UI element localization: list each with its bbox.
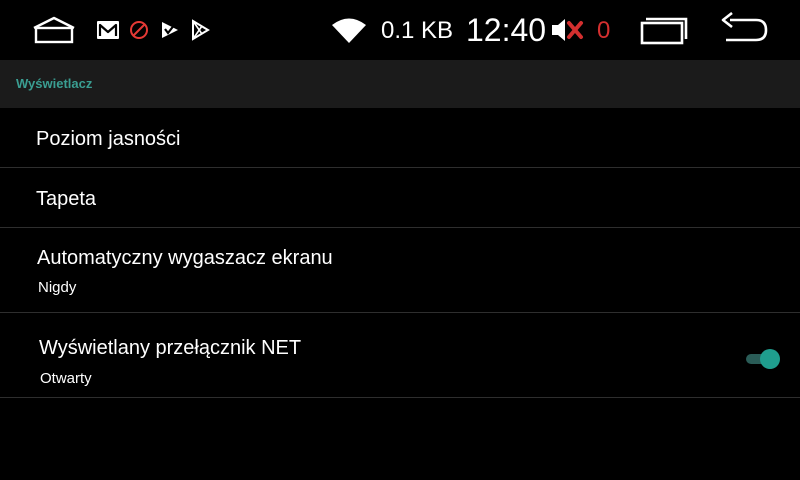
mute-count: 0 [597, 17, 611, 44]
settings-list: Poziom jasności Tapeta Automatyczny wyga… [0, 108, 800, 398]
setting-auto-screensaver[interactable]: Automatyczny wygaszacz ekranu Nigdy [0, 228, 800, 313]
back-icon[interactable] [716, 12, 772, 48]
checkmark-play-icon [158, 18, 182, 42]
setting-title: Wyświetlany przełącznik NET [39, 337, 302, 359]
setting-summary: Otwarty [40, 370, 92, 387]
gmail-icon [94, 18, 122, 42]
blocked-icon [126, 18, 152, 42]
setting-net-switch-display[interactable]: Wyświetlany przełącznik NET Otwarty [0, 313, 800, 398]
section-header: Wyświetlacz [0, 60, 800, 108]
net-switch-toggle[interactable] [744, 348, 782, 370]
play-store-icon [188, 18, 212, 42]
status-bar: 0.1 KB 12:40 0 [0, 0, 800, 60]
setting-wallpaper[interactable]: Tapeta [0, 168, 800, 228]
volume-muted-icon[interactable] [548, 14, 584, 46]
switch-thumb [760, 349, 780, 369]
clock: 12:40 [466, 12, 547, 48]
home-icon[interactable] [30, 14, 78, 46]
recent-apps-icon[interactable] [638, 14, 690, 46]
wifi-icon [330, 16, 368, 44]
network-speed: 0.1 KB [381, 17, 454, 44]
section-title: Wyświetlacz [16, 76, 93, 91]
setting-summary: Nigdy [38, 279, 77, 296]
setting-brightness-level[interactable]: Poziom jasności [0, 108, 800, 168]
setting-title: Tapeta [36, 188, 97, 210]
setting-title: Poziom jasności [36, 128, 181, 150]
setting-title: Automatyczny wygaszacz ekranu [37, 247, 333, 269]
